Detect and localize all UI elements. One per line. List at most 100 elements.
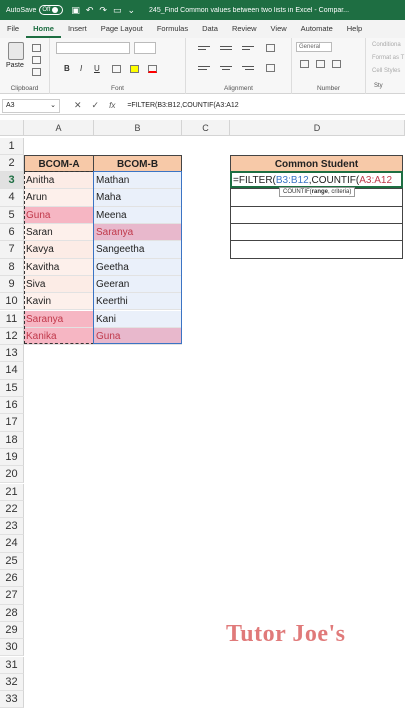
result-cell[interactable] (230, 206, 403, 224)
format-as-table-button[interactable]: Format as T (372, 55, 404, 61)
autosave-toggle[interactable]: Off (39, 5, 64, 15)
row-header[interactable]: 17 (0, 414, 24, 432)
enter-icon[interactable]: ✓ (92, 100, 100, 111)
undo-icon[interactable]: ↶ (86, 5, 94, 16)
chevron-down-icon[interactable]: ⌄ (50, 100, 56, 112)
row-header[interactable]: 29 (0, 621, 24, 640)
row-header[interactable]: 32 (0, 673, 24, 692)
row-header[interactable]: 31 (0, 656, 24, 674)
cell-a2-header[interactable]: BCOM-A (24, 154, 94, 173)
name-box[interactable]: A3 ⌄ (2, 98, 60, 113)
result-cell[interactable] (230, 224, 403, 242)
table-cell-a[interactable]: Siva (24, 275, 94, 294)
row-header[interactable]: 11 (0, 310, 24, 328)
table-cell-a[interactable]: Kanika (24, 327, 94, 346)
table-cell-b[interactable]: Meena (94, 206, 182, 224)
table-cell-a[interactable]: Kavin (24, 293, 94, 311)
row-header[interactable]: 2 (0, 154, 24, 173)
row-header[interactable]: 14 (0, 362, 24, 380)
row-header[interactable]: 9 (0, 275, 24, 294)
row-header[interactable]: 5 (0, 206, 24, 224)
underline-button[interactable]: U (94, 64, 100, 73)
formula-input[interactable]: =FILTER(B3:B12,COUNTIF(A3:A12 (127, 102, 238, 109)
format-painter-icon[interactable] (32, 68, 41, 76)
row-header[interactable]: 13 (0, 345, 24, 363)
cut-icon[interactable] (32, 44, 41, 52)
paste-icon[interactable] (8, 42, 24, 60)
tab-automate[interactable]: Automate (294, 20, 340, 38)
font-name-box[interactable] (56, 42, 130, 54)
table-cell-a[interactable]: Saran (24, 224, 94, 242)
table-cell-b[interactable]: Maha (94, 189, 182, 207)
column-header-a[interactable]: A (24, 120, 94, 136)
tab-formulas[interactable]: Formulas (150, 20, 195, 38)
cancel-icon[interactable]: ✕ (74, 100, 82, 111)
table-cell-b[interactable]: Geeran (94, 275, 182, 294)
tab-data[interactable]: Data (195, 20, 225, 38)
table-cell-b[interactable]: Keerthi (94, 293, 182, 311)
table-cell-b[interactable]: Mathan (94, 172, 182, 190)
cell-styles-button[interactable]: Cell Styles (372, 68, 400, 74)
table-cell-a[interactable]: Arun (24, 189, 94, 207)
fill-color-icon[interactable] (130, 65, 139, 73)
row-header[interactable]: 12 (0, 327, 24, 346)
comma-icon[interactable] (332, 60, 341, 68)
function-tooltip[interactable]: COUNTIF(range, criteria) (279, 187, 356, 197)
save-icon[interactable]: ▣ (71, 5, 80, 16)
result-cell[interactable] (230, 241, 403, 259)
column-header-d[interactable]: D (230, 120, 405, 136)
row-header[interactable]: 15 (0, 379, 24, 397)
row-header[interactable]: 28 (0, 604, 24, 622)
table-cell-b[interactable]: Saranya (94, 224, 182, 242)
table-cell-a[interactable]: Kavya (24, 241, 94, 259)
customize-icon[interactable]: ⌄ (127, 5, 135, 16)
tab-file[interactable]: File (0, 20, 26, 38)
tab-page-layout[interactable]: Page Layout (94, 20, 150, 38)
table-cell-b[interactable]: Sangeetha (94, 241, 182, 259)
row-header[interactable]: 33 (0, 691, 24, 709)
row-header[interactable]: 30 (0, 639, 24, 657)
wrap-text-icon[interactable] (266, 44, 275, 52)
row-header[interactable]: 1 (0, 137, 24, 155)
bold-button[interactable]: B (64, 64, 70, 73)
row-header[interactable]: 20 (0, 466, 24, 484)
merge-center-icon[interactable] (266, 64, 275, 72)
row-header[interactable]: 16 (0, 397, 24, 415)
table-cell-b[interactable]: Guna (94, 327, 182, 346)
conditional-formatting-button[interactable]: Conditiona (372, 42, 401, 48)
row-header[interactable]: 23 (0, 518, 24, 536)
column-header-c[interactable]: C (182, 120, 230, 136)
copy-icon[interactable] (32, 56, 41, 64)
table-cell-a[interactable]: Anitha (24, 172, 94, 190)
row-header[interactable]: 6 (0, 224, 24, 242)
row-header[interactable]: 25 (0, 552, 24, 570)
font-size-box[interactable] (134, 42, 156, 54)
percent-icon[interactable] (316, 60, 325, 68)
table-cell-b[interactable]: Kani (94, 310, 182, 328)
table-cell-b[interactable]: Geetha (94, 258, 182, 276)
tab-review[interactable]: Review (225, 20, 264, 38)
tab-home[interactable]: Home (26, 20, 61, 38)
row-header[interactable]: 4 (0, 189, 24, 207)
row-header[interactable]: 22 (0, 500, 24, 519)
tab-view[interactable]: View (264, 20, 294, 38)
table-cell-a[interactable]: Kavitha (24, 258, 94, 276)
row-header[interactable]: 3 (0, 172, 24, 190)
row-header[interactable]: 8 (0, 258, 24, 276)
cell-d2-header[interactable]: Common Student (230, 154, 403, 173)
tab-help[interactable]: Help (340, 20, 369, 38)
row-header[interactable]: 18 (0, 431, 24, 449)
number-format-select[interactable]: General (296, 42, 332, 52)
insert-function-icon[interactable]: fx (109, 101, 115, 110)
italic-button[interactable]: I (80, 64, 82, 73)
table-cell-a[interactable]: Guna (24, 206, 94, 224)
select-all-corner[interactable] (0, 120, 24, 136)
row-header[interactable]: 26 (0, 570, 24, 588)
tab-insert[interactable]: Insert (61, 20, 94, 38)
font-color-icon[interactable] (148, 65, 157, 73)
row-header[interactable]: 24 (0, 535, 24, 553)
table-cell-a[interactable]: Saranya (24, 310, 94, 328)
open-icon[interactable]: ▭ (113, 5, 122, 16)
column-header-b[interactable]: B (94, 120, 182, 136)
redo-icon[interactable]: ↷ (99, 5, 107, 16)
